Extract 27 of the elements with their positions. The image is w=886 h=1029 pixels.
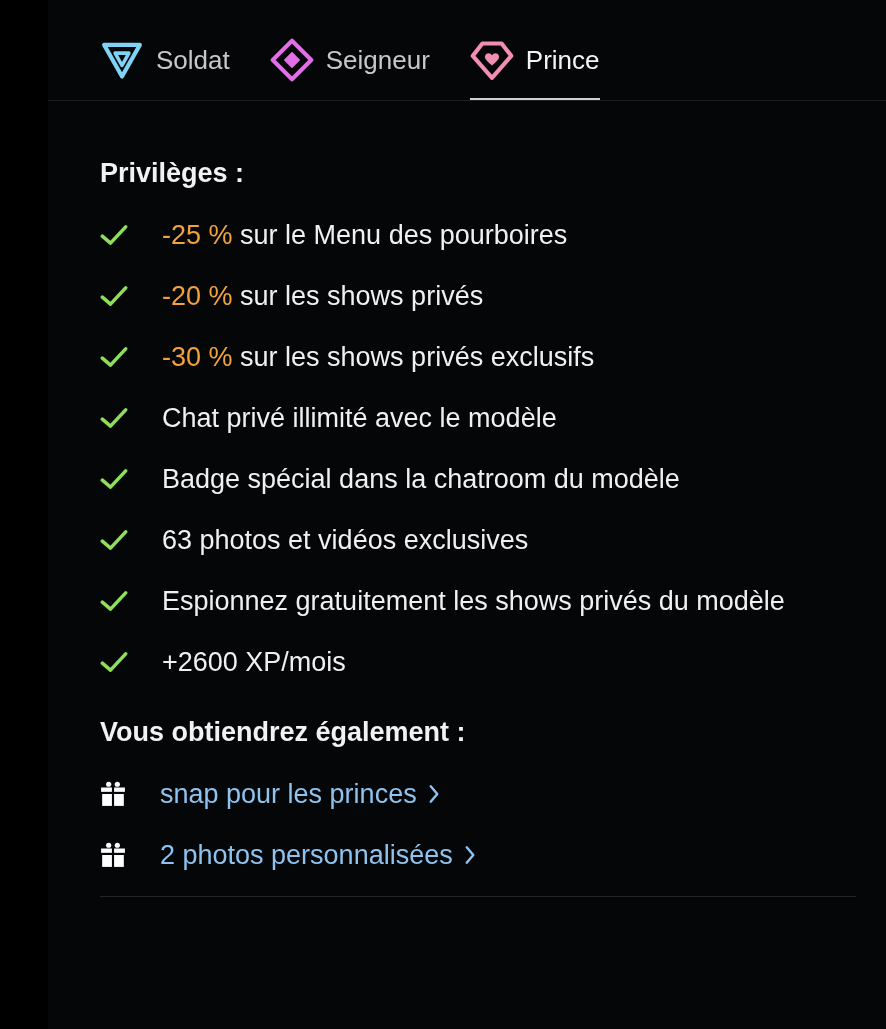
privilege-text: -25 % sur le Menu des pourboires [162,219,568,252]
gift-icon [100,781,126,807]
privilege-text: Chat privé illimité avec le modèle [162,402,557,435]
check-icon [100,467,128,491]
gift-icon [100,842,126,868]
privilege-text: Badge spécial dans la chatroom du modèle [162,463,680,496]
check-icon [100,223,128,247]
privilege-text: +2600 XP/mois [162,646,346,679]
section-heading: Vous obtiendrez également : [100,716,467,749]
tab[interactable]: Soldat [100,36,230,100]
check-icon [100,528,128,552]
privilege-text: Espionnez gratuitement les shows privés du modèle [162,585,785,618]
check-icon [100,284,128,308]
section-heading: Privilèges : [100,157,246,190]
bonus-link[interactable]: 2 photos personnalisées [160,835,477,875]
tab[interactable]: Seigneur [269,36,430,100]
check-icon [100,589,128,613]
check-icon [100,406,128,430]
check-icon [100,650,128,674]
privilege-text: -30 % sur les shows privés exclusifs [162,341,595,374]
bonus-link[interactable]: snap pour les princes [160,774,441,814]
diamond-icon [269,38,314,82]
check-icon [100,345,128,369]
privilege-text: 63 photos et vidéos exclusives [162,524,529,557]
tab[interactable]: Prince [469,36,600,100]
privilege-text: -20 % sur les shows privés [162,280,484,313]
heart-gem-icon [469,38,514,82]
